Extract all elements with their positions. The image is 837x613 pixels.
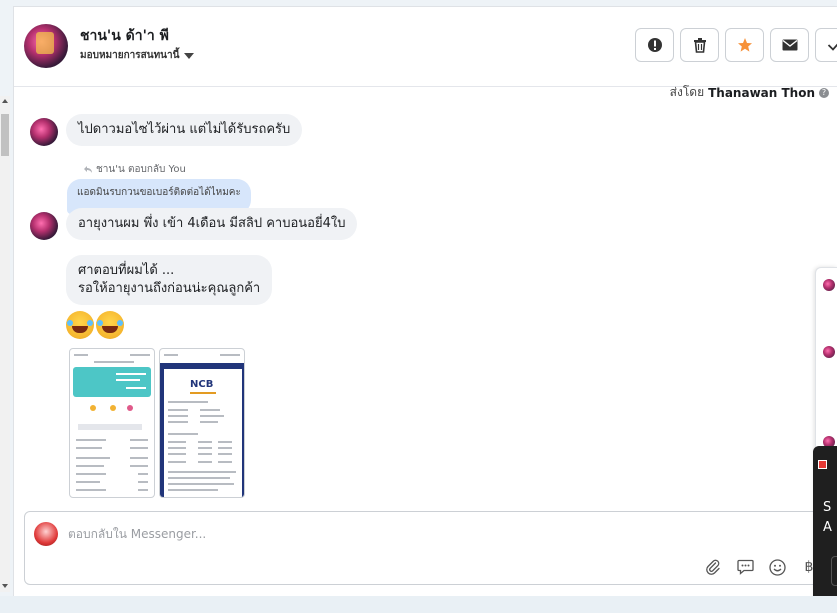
conversation-header: ชาน'น ด้า'า พี มอบหมายการสนทนานี้ [14,7,837,87]
notification-text: A [823,520,832,535]
scrollbar-thumb[interactable] [1,114,9,156]
message-text-line: รอให้อายุงานถึงก่อนน่ะคุณลูกค้า [78,281,261,296]
notification-button[interactable] [831,556,837,586]
done-button[interactable] [815,28,837,62]
mail-button[interactable] [770,28,809,62]
ncb-logo: NCB [190,379,214,390]
message-text: อายุงานผม พึ่ง เข้า 4เดือน มีสลิป คาบอนอ… [78,216,346,231]
scroll-up-arrow-icon[interactable] [2,99,8,103]
star-icon [737,38,752,52]
sent-by-label: ส่งโดย Thanawan Thon ? [670,83,829,102]
sent-by-prefix: ส่งโดย [669,85,705,99]
message-text-line: ศาตอบที่ผมได้ ... [78,263,175,278]
reply-input[interactable] [68,524,768,544]
flag-icon [818,460,827,469]
help-icon[interactable]: ? [819,87,829,98]
smiley-icon [768,558,786,576]
chat-head-avatar[interactable] [823,279,835,291]
paperclip-icon [706,559,720,575]
chat-head-avatar[interactable] [823,346,835,358]
message-bubble[interactable]: ศาตอบที่ผมได้ ... รอให้อายุงานถึงก่อนน่ะ… [66,255,273,305]
envelope-icon [782,39,797,51]
composer-tools: ฿ [702,556,820,578]
report-button[interactable] [635,28,674,62]
message-bubble[interactable]: อายุงานผม พึ่ง เข้า 4เดือน มีสลิป คาบอนอ… [66,208,358,240]
caret-down-icon [184,52,195,59]
reply-indicator: ชาน'น ตอบกลับ You [84,162,186,177]
delete-button[interactable] [680,28,719,62]
image-attachment[interactable]: NCB [159,348,245,498]
saved-replies-button[interactable] [734,556,756,578]
scroll-down-arrow-icon[interactable] [2,584,8,588]
reply-arrow-icon [84,165,92,173]
reply-composer: ฿ [24,511,834,585]
image-attachment[interactable] [69,348,155,498]
message-text: ไปดาวมอไซไว้ผ่าน แต่ไม่ได้รับรถครับ [78,122,291,137]
agent-avatar [34,522,58,546]
emoji-message[interactable] [66,311,124,339]
exclamation-icon [647,38,662,52]
sent-by-agent-name: Thanawan Thon [708,85,815,100]
rolling-on-floor-laughing-emoji [66,311,94,339]
header-actions [635,28,837,62]
chat-bubble-icon [736,559,754,575]
check-icon [827,43,837,51]
notification-popup[interactable]: S A [813,446,837,602]
quoted-message-text: แอดมินรบกวนขอเบอร์ติดต่อได้ไหมคะ [77,187,241,198]
star-button[interactable] [725,28,764,62]
emoji-button[interactable] [766,556,788,578]
contact-avatar[interactable] [24,24,68,68]
rolling-on-floor-laughing-emoji [96,311,124,339]
sender-avatar[interactable] [30,118,58,146]
conversation-panel: ชาน'น ด้า'า พี มอบหมายการสนทนานี้ ส่งโดย [13,6,837,596]
sender-avatar[interactable] [30,212,58,240]
attach-button[interactable] [702,556,724,578]
assign-conversation-dropdown[interactable]: มอบหมายการสนทนานี้ [80,48,195,63]
scrollbar[interactable] [0,96,10,592]
page-bottom-strip [0,596,837,613]
reply-label-text: ชาน'น ตอบกลับ You [96,164,186,175]
assign-label: มอบหมายการสนทนานี้ [80,50,180,61]
message-bubble[interactable]: ไปดาวมอไซไว้ผ่าน แต่ไม่ได้รับรถครับ [66,114,303,146]
notification-text: S [823,500,832,515]
contact-name[interactable]: ชาน'น ด้า'า พี [80,25,169,47]
trash-icon [693,38,706,53]
